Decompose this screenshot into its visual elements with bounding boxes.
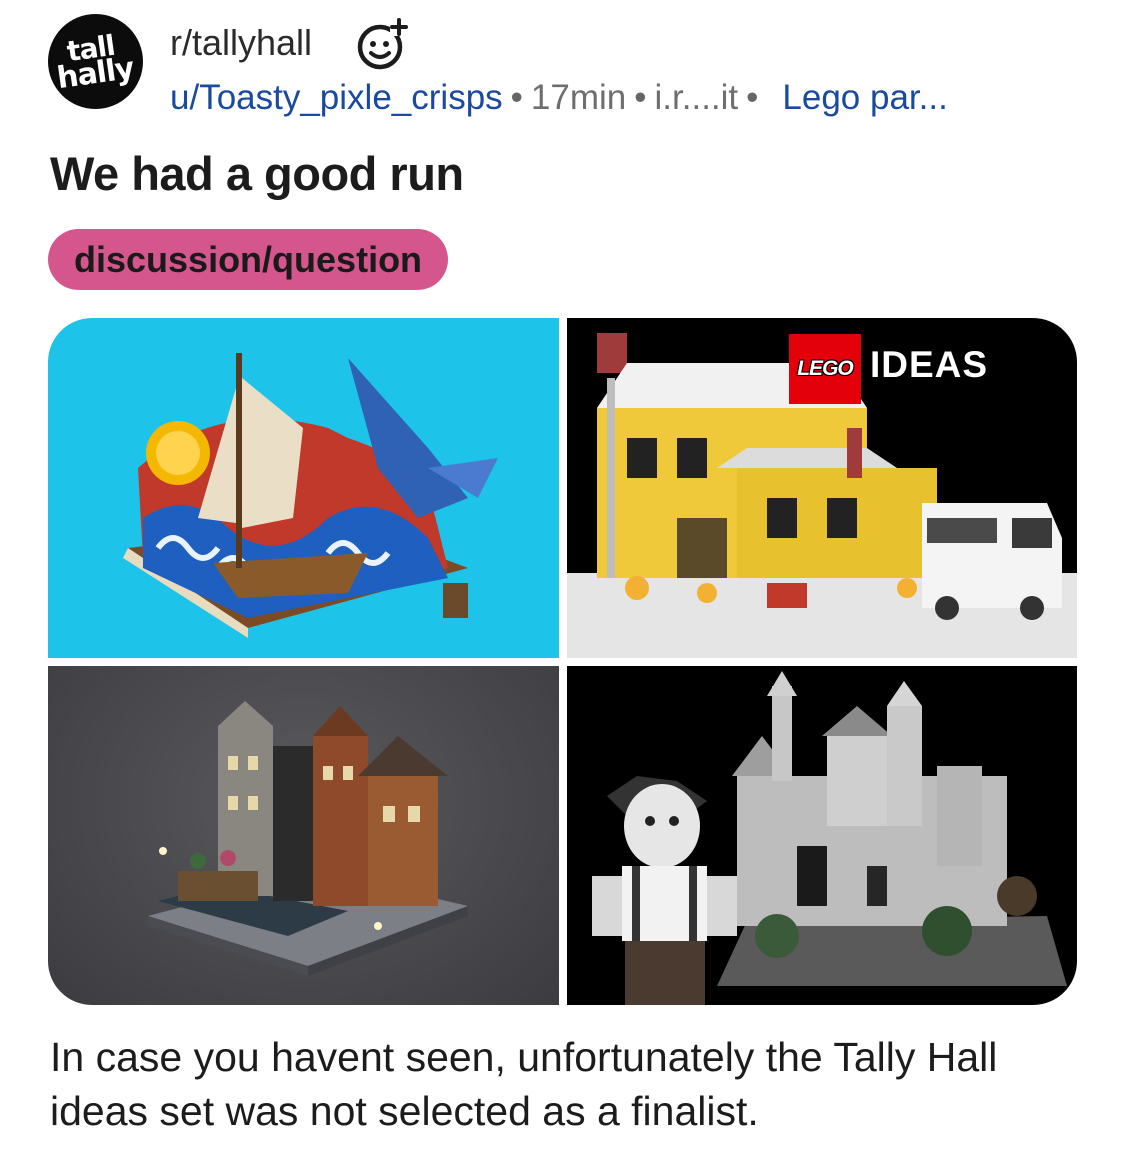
gallery-image-gothic-church[interactable] (567, 666, 1077, 1005)
post-domain: i.r....it (654, 78, 739, 117)
post-body: In case you havent seen, unfortunately t… (50, 1034, 998, 1134)
lego-logo-text: LEGO (797, 357, 854, 380)
link-title[interactable]: Lego par... (782, 78, 947, 117)
post-flair[interactable]: discussion/question (48, 229, 449, 290)
image-gallery[interactable] (48, 318, 1077, 1005)
lego-logo-badge: LEGO (789, 334, 861, 404)
post-title[interactable]: We had a good run (50, 146, 464, 201)
separator-dot: • (510, 78, 523, 117)
join-community-icon[interactable] (354, 16, 410, 72)
ship-scene-image (123, 353, 498, 638)
subreddit-name[interactable]: r/tallyhall (170, 22, 312, 64)
gallery-image-ship[interactable] (48, 318, 559, 658)
avatar-text-2: hally (55, 50, 136, 96)
separator-dot: • (746, 78, 759, 117)
separator-dot: • (634, 78, 647, 117)
lego-ideas-label: IDEAS (870, 344, 989, 385)
post-meta: u/Toasty_pixle_crisps • 17min • i.r....it • Le… (170, 78, 948, 118)
canal-houses-image (148, 701, 468, 976)
post-age: 17min (530, 78, 627, 117)
author-link[interactable]: u/Toasty_pixle_crisps (170, 78, 503, 117)
gallery-image-canal-houses[interactable] (48, 666, 559, 1005)
gothic-church-image (592, 671, 1067, 1005)
subreddit-avatar[interactable]: tall hally (48, 14, 143, 109)
post-header: tall hally r/tallyhall u/Toasty_pixle_cr… (48, 14, 1108, 117)
